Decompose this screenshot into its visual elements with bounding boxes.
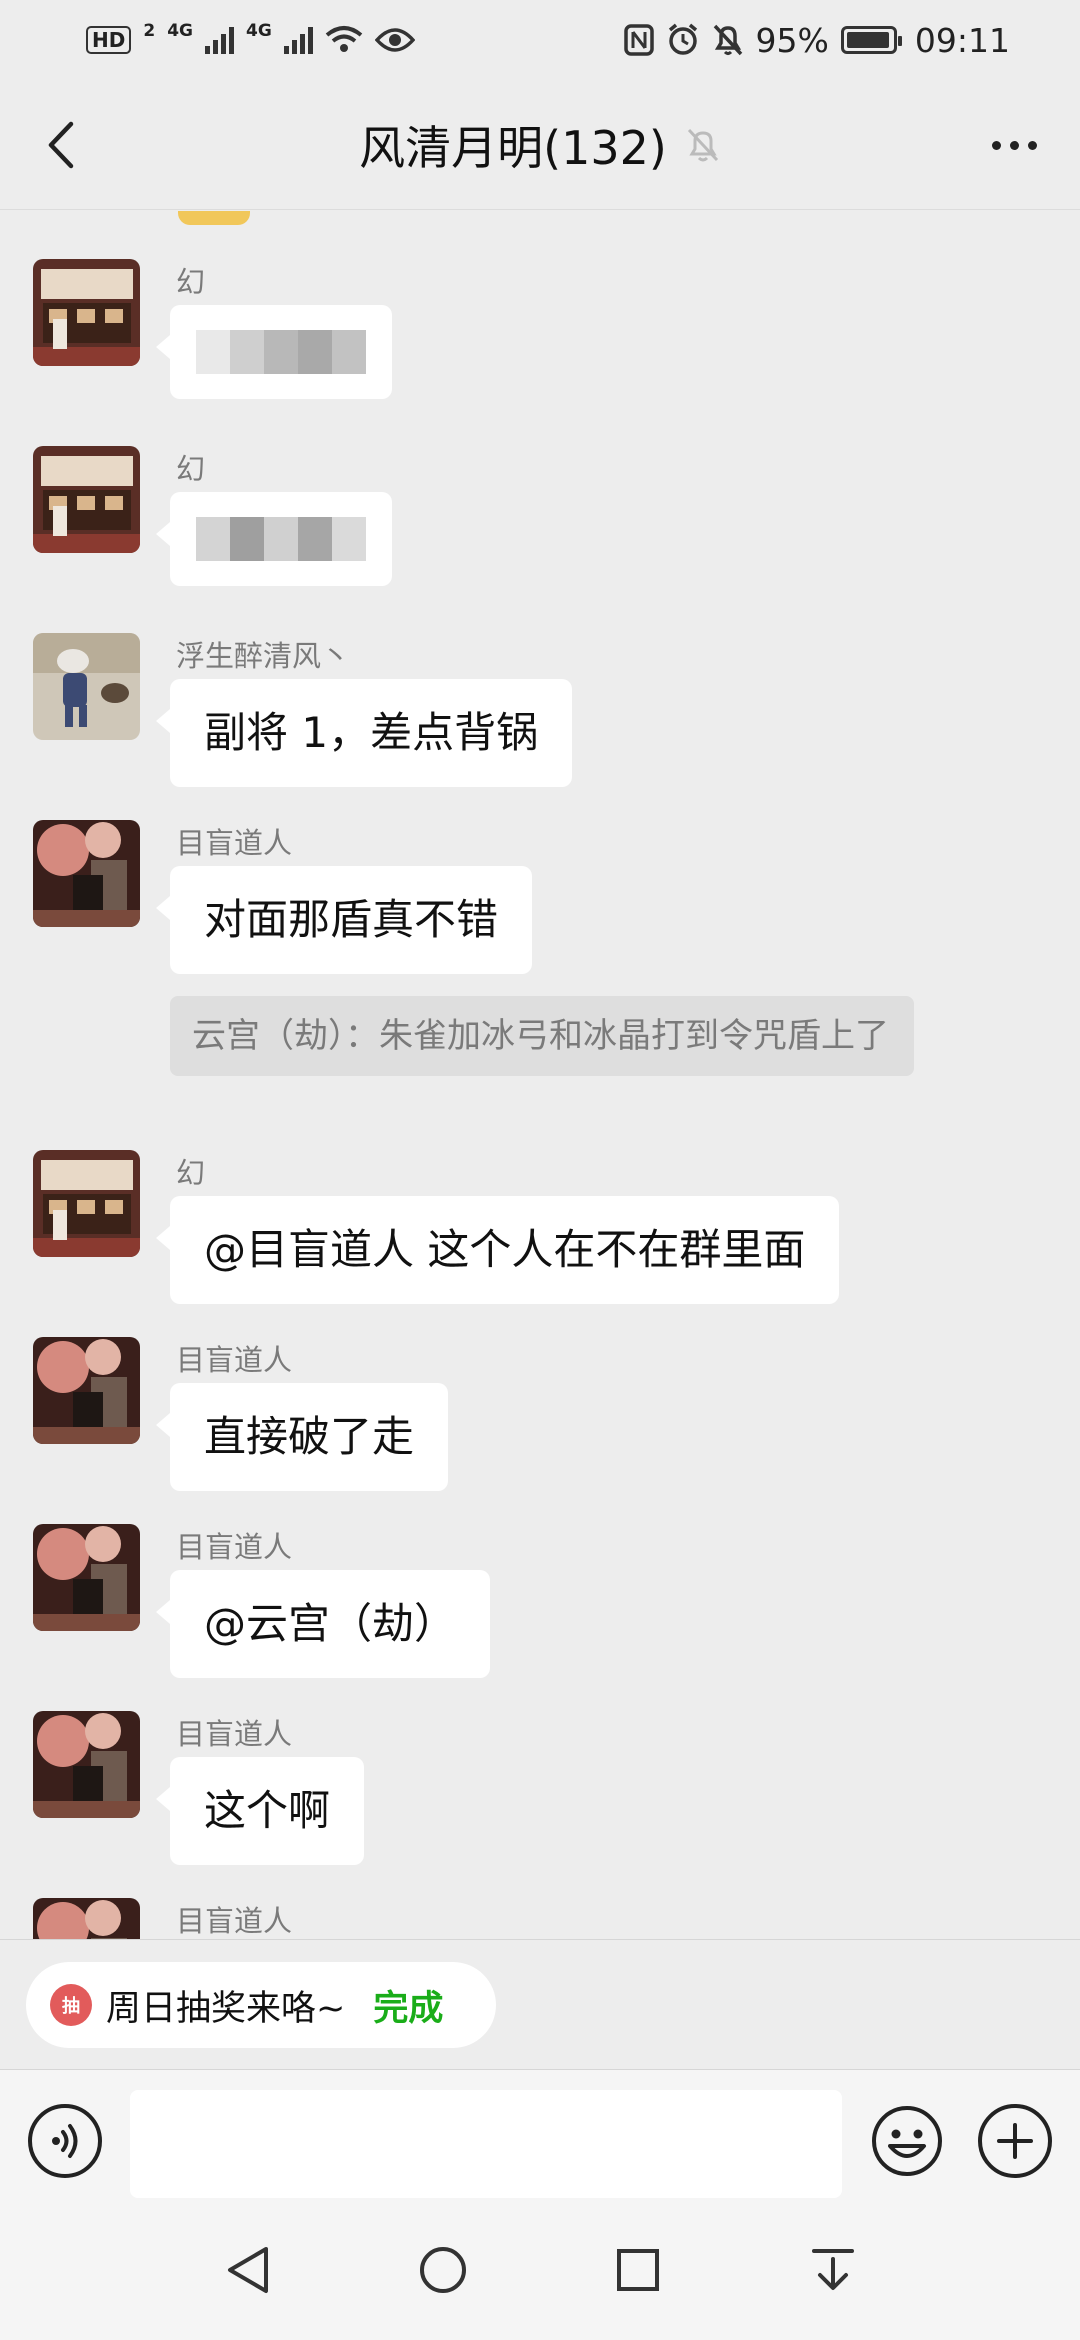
avatar[interactable] <box>33 1150 140 1257</box>
sender-name: 目盲道人 <box>176 826 293 860</box>
message-input[interactable] <box>130 2090 842 2198</box>
chat-title-group[interactable]: 风清月明(132) <box>359 112 721 178</box>
nav-notification-button[interactable] <box>793 2230 873 2310</box>
plus-icon <box>997 2123 1033 2159</box>
avatar[interactable] <box>33 259 140 366</box>
sim-number: 2 <box>143 21 156 41</box>
mute-icon <box>713 24 742 56</box>
task-done-button[interactable]: 完成 <box>373 1980 443 2031</box>
hd-icon: HD <box>86 26 132 54</box>
message-bubble[interactable]: 这个啊 <box>155 1757 365 1865</box>
back-button[interactable] <box>28 110 92 180</box>
status-right: 95% 09:11 <box>623 20 1010 60</box>
sender-name: 幻 <box>176 265 206 299</box>
message-bubble[interactable]: @云宫（劫） <box>155 1570 491 1678</box>
recents-square-icon <box>616 2248 659 2291</box>
chat-header: 风清月明(132) <box>0 80 1080 210</box>
notification-pull-icon <box>811 2248 854 2290</box>
network-type-1: 4G <box>167 21 193 41</box>
sender-name: 目盲道人 <box>176 1343 293 1377</box>
more-button[interactable] <box>976 110 1052 180</box>
sender-name: 幻 <box>176 452 206 486</box>
message-bubble[interactable]: 副将 1，差点背锅 <box>155 679 573 787</box>
emoji-button[interactable] <box>870 2104 944 2178</box>
task-strip: 抽 周日抽奖来咯~ 完成 <box>0 1939 1080 2069</box>
battery-icon <box>840 26 902 54</box>
input-bar <box>0 2069 1080 2199</box>
nav-back-button[interactable] <box>208 2230 288 2310</box>
status-bar: HD 2 4G 4G 95% 09:11 <box>0 0 1080 80</box>
message-bubble[interactable] <box>156 492 392 586</box>
message-list[interactable]: 幻 幻 浮生醉清风丶 副将 1，差点背锅 目盲道人 对面那盾真不错 云宫（劫）：… <box>0 211 1080 1939</box>
gift-icon: 抽 <box>50 1984 92 2026</box>
blurred-content <box>196 516 366 562</box>
alarm-icon <box>668 23 697 55</box>
sender-name: 浮生醉清风丶 <box>176 639 351 673</box>
sender-name: 目盲道人 <box>176 1717 293 1751</box>
message-bubble[interactable]: 对面那盾真不错 <box>155 866 533 974</box>
message-bubble[interactable]: @目盲道人 这个人在不在群里面 <box>155 1196 840 1304</box>
message-bubble[interactable] <box>156 305 392 399</box>
message-bubble[interactable]: 直接破了走 <box>155 1383 449 1491</box>
nav-home-button[interactable] <box>403 2230 483 2310</box>
quoted-message[interactable]: 云宫（劫）：朱雀加冰弓和冰晶打到令咒盾上了 <box>170 996 914 1076</box>
eye-icon <box>374 28 415 52</box>
sticker-partial[interactable] <box>178 211 250 225</box>
avatar[interactable] <box>33 1524 140 1631</box>
clock: 09:11 <box>914 20 1010 60</box>
system-nav-bar <box>0 2199 1080 2340</box>
voice-button[interactable] <box>28 2104 102 2178</box>
wifi-icon <box>325 26 363 52</box>
nfc-icon <box>623 24 654 56</box>
lottery-task-pill[interactable]: 抽 周日抽奖来咯~ 完成 <box>26 1962 496 2048</box>
blurred-content <box>196 329 366 375</box>
avatar[interactable] <box>33 633 140 740</box>
back-triangle-icon <box>227 2246 268 2293</box>
sender-name: 幻 <box>176 1156 206 1190</box>
bell-off-icon <box>687 128 718 161</box>
home-circle-icon <box>419 2246 466 2293</box>
voice-icon <box>52 2124 78 2158</box>
avatar[interactable] <box>33 1337 140 1444</box>
more-dots-icon <box>991 140 1001 150</box>
sender-name: 目盲道人 <box>176 1530 293 1564</box>
chat-title: 风清月明(132) <box>359 120 667 175</box>
sender-name: 目盲道人 <box>176 1904 293 1938</box>
emoji-icon <box>872 2106 942 2176</box>
battery-percent: 95% <box>755 20 829 60</box>
task-label: 周日抽奖来咯~ <box>106 1988 346 2029</box>
chevron-left-icon <box>48 121 74 169</box>
network-type-2: 4G <box>245 21 272 41</box>
nav-recents-button[interactable] <box>598 2230 678 2310</box>
avatar[interactable] <box>33 1711 140 1818</box>
plus-button[interactable] <box>978 2104 1052 2178</box>
signal-icon <box>204 26 234 54</box>
avatar[interactable] <box>33 446 140 553</box>
status-left: HD 2 4G 4G <box>86 21 415 55</box>
avatar[interactable] <box>33 820 140 927</box>
avatar[interactable] <box>33 1898 140 1939</box>
signal-icon <box>283 26 313 54</box>
